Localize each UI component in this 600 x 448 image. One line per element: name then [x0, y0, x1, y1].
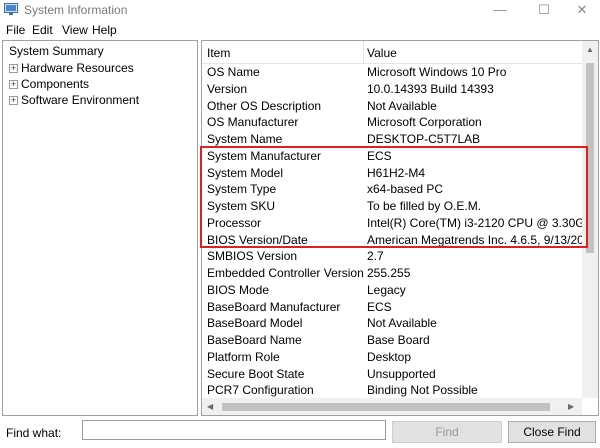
expand-icon[interactable]: + [9, 96, 18, 105]
vertical-scroll-thumb[interactable] [586, 63, 594, 253]
column-header-item[interactable]: Item [207, 46, 230, 60]
row-item: System Model [207, 165, 284, 180]
list-header: Item Value [202, 41, 582, 64]
window-title: System Information [24, 3, 128, 17]
row-value: Unsupported [367, 366, 436, 381]
find-input[interactable] [82, 420, 386, 440]
row-item: Secure Boot State [207, 366, 305, 381]
row-item: Processor [207, 215, 262, 230]
table-row[interactable]: SMBIOS Version 2.7 [202, 247, 582, 264]
row-value: American Megatrends Inc. 4.6.5, 9/13/201… [367, 232, 582, 247]
tree-item-label: Hardware Resources [21, 61, 134, 75]
row-item: BIOS Version/Date [207, 232, 308, 247]
row-value: x64-based PC [367, 182, 444, 197]
find-button[interactable]: Find [392, 421, 502, 443]
category-tree: System Summary + Hardware Resources + Co… [2, 40, 198, 416]
table-row[interactable]: Embedded Controller Version 255.255 [202, 264, 582, 281]
tree-item-label: Software Environment [21, 93, 140, 107]
menu-edit[interactable]: Edit [32, 23, 53, 37]
table-row[interactable]: Secure Boot State Unsupported [202, 365, 582, 382]
details-list: Item Value OS Name Microsoft Windows 10 P… [201, 40, 599, 416]
table-row[interactable]: BIOS Version/Date American Megatrends Inc… [202, 231, 582, 248]
close-find-button[interactable]: Close Find [508, 421, 596, 443]
tree-item-system-summary[interactable]: System Summary [7, 44, 106, 58]
scroll-left-icon[interactable]: ◀ [207, 402, 213, 411]
row-item: System Manufacturer [207, 148, 322, 163]
row-item: BaseBoard Model [207, 316, 303, 331]
row-value: 2.7 [367, 249, 384, 264]
row-item: PCR7 Configuration [207, 383, 314, 398]
find-bar: Find what: Find Close Find [0, 416, 600, 448]
table-row[interactable]: System SKU To be filled by O.E.M. [202, 197, 582, 214]
row-value: Intel(R) Core(TM) i3-2120 CPU @ 3.30GHz,… [367, 215, 582, 230]
menu-bar: File Edit View Help [0, 20, 600, 40]
row-value: Legacy [367, 282, 406, 297]
row-item: BaseBoard Manufacturer [207, 299, 341, 314]
row-item: OS Manufacturer [207, 115, 299, 130]
column-divider[interactable] [363, 41, 364, 63]
row-value: Microsoft Windows 10 Pro [367, 65, 507, 79]
table-row[interactable]: Processor Intel(R) Core(TM) i3-2120 CPU @… [202, 214, 582, 231]
maximize-icon[interactable]: ☐ [524, 0, 564, 20]
row-item: OS Name [207, 65, 260, 79]
close-icon[interactable]: ✕ [562, 0, 600, 20]
row-value: Base Board [367, 333, 430, 347]
tree-item-label: Components [21, 77, 90, 91]
table-row[interactable]: BaseBoard Name Base Board [202, 331, 582, 348]
table-row[interactable]: OS Manufacturer Microsoft Corporation [202, 113, 582, 130]
row-item: BaseBoard Name [207, 333, 302, 347]
table-row[interactable]: BaseBoard Manufacturer ECS [202, 298, 582, 315]
horizontal-scrollbar[interactable]: ◀ ▶ [202, 398, 582, 415]
table-row[interactable]: System Manufacturer ECS [202, 147, 582, 164]
row-value: 10.0.14393 Build 14393 [367, 81, 494, 96]
horizontal-scroll-thumb[interactable] [222, 403, 550, 411]
table-row[interactable]: Other OS Description Not Available [202, 97, 582, 114]
find-label: Find what: [6, 426, 62, 440]
row-value: Not Available [367, 98, 437, 113]
title-bar: System Information — ☐ ✕ [0, 0, 600, 20]
row-item: Embedded Controller Version [207, 266, 364, 280]
scroll-up-icon[interactable]: ▲ [586, 45, 594, 54]
row-value: ECS [367, 148, 392, 163]
expand-icon[interactable]: + [9, 64, 18, 73]
row-item: System SKU [207, 199, 276, 213]
expand-icon[interactable]: + [9, 80, 18, 89]
system-information-icon [4, 3, 18, 15]
row-item: System Name [207, 132, 283, 146]
row-value: H61H2-M4 [367, 165, 426, 180]
table-row[interactable]: System Type x64-based PC [202, 180, 582, 197]
row-value: Not Available [367, 316, 437, 331]
vertical-scrollbar[interactable]: ▲ [582, 41, 598, 398]
table-row[interactable]: OS Name Microsoft Windows 10 Pro [202, 63, 582, 80]
row-value: 255.255 [367, 266, 411, 280]
row-item: System Type [207, 182, 277, 197]
menu-file[interactable]: File [6, 23, 25, 37]
row-value: Binding Not Possible [367, 383, 478, 398]
row-item: Version [207, 81, 248, 96]
table-row[interactable]: Version 10.0.14393 Build 14393 [202, 80, 582, 97]
table-row[interactable]: BIOS Mode Legacy [202, 281, 582, 298]
row-value: To be filled by O.E.M. [367, 199, 482, 213]
table-row[interactable]: System Name DESKTOP-C5T7LAB [202, 130, 582, 147]
minimize-icon[interactable]: — [480, 0, 520, 20]
table-row[interactable]: System Model H61H2-M4 [202, 164, 582, 181]
row-value: Desktop [367, 349, 412, 364]
row-item: Other OS Description [207, 98, 322, 113]
row-value: Microsoft Corporation [367, 115, 482, 130]
column-header-value[interactable]: Value [367, 46, 397, 60]
row-item: Platform Role [207, 349, 280, 364]
table-row[interactable]: PCR7 Configuration Binding Not Possible [202, 381, 582, 398]
menu-help[interactable]: Help [92, 23, 117, 37]
table-row[interactable]: BaseBoard Model Not Available [202, 314, 582, 331]
row-item: SMBIOS Version [207, 249, 298, 264]
table-row[interactable]: Platform Role Desktop [202, 348, 582, 365]
row-value: ECS [367, 299, 392, 314]
menu-view[interactable]: View [62, 23, 88, 37]
scroll-right-icon[interactable]: ▶ [568, 402, 574, 411]
row-value: DESKTOP-C5T7LAB [367, 132, 481, 146]
row-item: BIOS Mode [207, 282, 270, 297]
